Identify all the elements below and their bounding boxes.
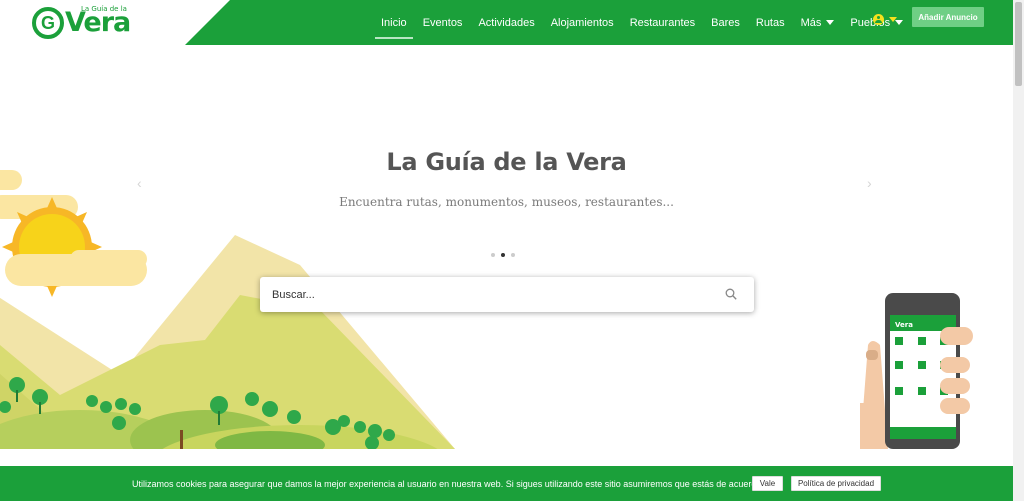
chevron-down-icon: [826, 20, 835, 25]
search-input[interactable]: [272, 285, 712, 305]
user-menu-button[interactable]: [873, 14, 897, 25]
logo-small-text: La Guía de la: [81, 5, 127, 13]
add-listing-button[interactable]: Añadir Anuncio: [912, 7, 984, 27]
hero-slider: Vera La Guía de la Vera Encuentra rutas,…: [0, 45, 1013, 449]
cookie-accept-button[interactable]: Vale: [752, 476, 783, 491]
nav-item-eventos[interactable]: Eventos: [415, 0, 471, 45]
hero-title: La Guía de la Vera: [386, 148, 627, 176]
slider-dot[interactable]: [491, 253, 495, 257]
slider-dots: [491, 253, 515, 257]
search-box: [260, 277, 754, 312]
nav-item-bares[interactable]: Bares: [703, 0, 748, 45]
hero-illustration: Vera: [0, 170, 973, 449]
chevron-down-icon: [889, 17, 897, 22]
nav-item-mas[interactable]: Más: [793, 0, 843, 45]
slider-dot[interactable]: [511, 253, 515, 257]
nav-item-rutas[interactable]: Rutas: [748, 0, 793, 45]
page-scrollbar[interactable]: [1013, 0, 1024, 501]
site-header: G La Guía de la Vera Inicio Eventos Acti…: [0, 0, 1013, 45]
cookie-text: Utilizamos cookies para asegurar que dam…: [132, 479, 764, 489]
slider-prev-arrow-icon[interactable]: ‹: [137, 175, 142, 191]
svg-text:Vera: Vera: [895, 321, 913, 329]
nav-item-actividades[interactable]: Actividades: [470, 0, 542, 45]
hero-subtitle: Encuentra rutas, monumentos, museos, res…: [339, 195, 674, 209]
nav-item-inicio[interactable]: Inicio: [373, 0, 415, 45]
main-nav: Inicio Eventos Actividades Alojamientos …: [373, 0, 911, 45]
site-logo[interactable]: G La Guía de la Vera: [32, 5, 131, 41]
cookie-banner: Utilizamos cookies para asegurar que dam…: [0, 466, 1013, 501]
slider-next-arrow-icon[interactable]: ›: [867, 175, 872, 191]
slider-dot-active[interactable]: [501, 253, 505, 257]
logo-g-icon: G: [32, 7, 64, 39]
nav-item-restaurantes[interactable]: Restaurantes: [622, 0, 703, 45]
nav-item-alojamientos[interactable]: Alojamientos: [543, 0, 622, 45]
user-circle-icon: [873, 14, 884, 25]
search-icon[interactable]: [725, 288, 737, 300]
privacy-policy-button[interactable]: Política de privacidad: [791, 476, 881, 491]
viewport: G La Guía de la Vera Inicio Eventos Acti…: [0, 0, 1024, 501]
scrollbar-thumb[interactable]: [1015, 2, 1022, 86]
phone-illustration: Vera: [860, 293, 973, 449]
